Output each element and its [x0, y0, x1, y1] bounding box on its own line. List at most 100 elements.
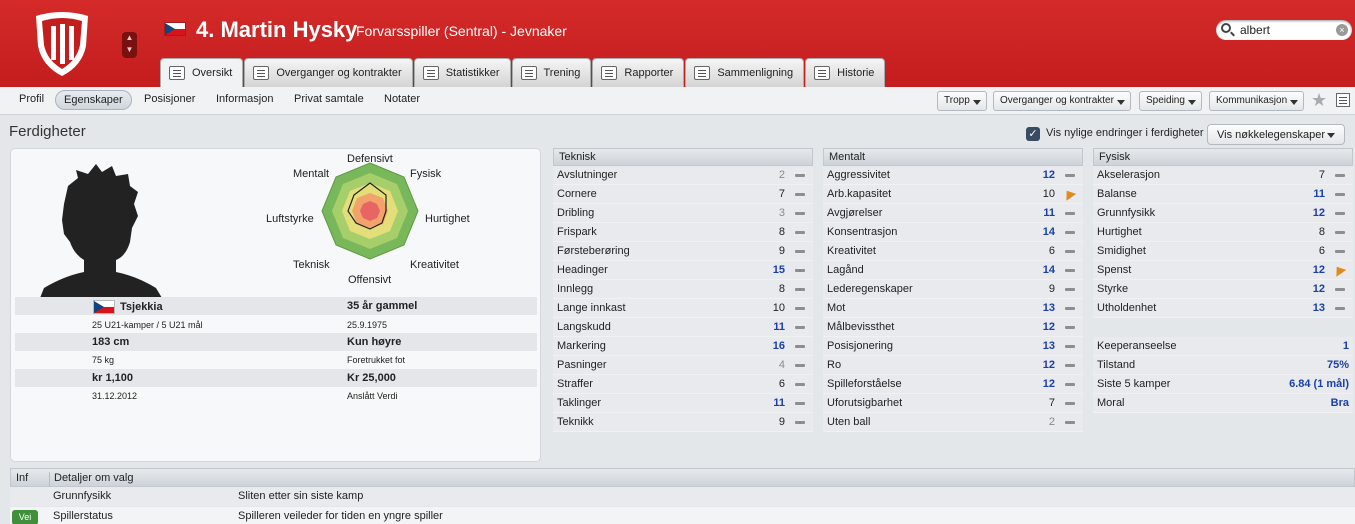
attribute-value: 12: [1042, 359, 1055, 371]
trend-flat-icon: [1065, 326, 1075, 329]
attribute-row[interactable]: Uten ball 2: [823, 413, 1083, 432]
tab-history[interactable]: Historie: [805, 58, 886, 87]
nationality[interactable]: Tsjekkia: [120, 301, 163, 313]
attribute-name: Uforutsigbarhet: [827, 397, 903, 409]
trend-up-icon: [1061, 187, 1077, 201]
attribute-row[interactable]: Lederegenskaper 9: [823, 280, 1083, 299]
attribute-row[interactable]: Smidighet 6: [1093, 242, 1353, 261]
czech-flag-icon: [93, 300, 115, 314]
scouting-dropdown[interactable]: Speiding: [1139, 91, 1202, 111]
add-to-list-icon[interactable]: [1336, 93, 1350, 107]
attribute-row[interactable]: Posisjonering 13: [823, 337, 1083, 356]
details-row-text: Spilleren veileder for tiden en yngre sp…: [238, 510, 443, 522]
clear-search-icon[interactable]: ×: [1336, 24, 1348, 36]
details-row[interactable]: Vei Spillerstatus Spilleren veileder for…: [10, 507, 1355, 524]
trend-flat-icon: [1065, 421, 1075, 424]
key-attributes-dropdown[interactable]: Vis nøkkelegenskaper: [1207, 124, 1345, 145]
attribute-row[interactable]: Straffer 6: [553, 375, 813, 394]
details-row-label: Grunnfysikk: [53, 490, 112, 502]
attribute-row[interactable]: Spilleforståelse 12: [823, 375, 1083, 394]
tab-reports[interactable]: Rapporter: [592, 58, 685, 87]
trend-flat-icon: [1065, 307, 1075, 310]
attribute-row[interactable]: Lagånd 14: [823, 261, 1083, 280]
radar-label-physical: Fysisk: [410, 168, 442, 180]
attribute-row[interactable]: Lange innkast 10: [553, 299, 813, 318]
tab-overview[interactable]: Oversikt: [160, 58, 244, 87]
attribute-name: Straffer: [557, 378, 593, 390]
transfers-dropdown[interactable]: Overganger og kontrakter: [993, 91, 1131, 111]
attribute-row[interactable]: Grunnfysikk 12: [1093, 204, 1353, 223]
subnav-attributes[interactable]: Egenskaper: [55, 90, 132, 110]
subnav-profile[interactable]: Profil: [19, 93, 44, 105]
subnav-private-chat[interactable]: Privat samtale: [294, 93, 364, 105]
attribute-row[interactable]: Siste 5 kamper 6.84 (1 mål): [1093, 375, 1353, 394]
subnav-information[interactable]: Informasjon: [216, 93, 273, 105]
trend-flat-icon: [795, 421, 805, 424]
attribute-row[interactable]: Avgjørelser 11: [823, 204, 1083, 223]
star-icon[interactable]: ★: [1311, 90, 1327, 111]
trend-flat-icon: [795, 269, 805, 272]
attribute-row[interactable]: Aggressivitet 12: [823, 166, 1083, 185]
trend-flat-icon: [795, 212, 805, 215]
attribute-row[interactable]: Headinger 15: [553, 261, 813, 280]
player-subtitle[interactable]: Forvarsspiller (Sentral) - Jevnaker: [356, 23, 567, 39]
attribute-row[interactable]: Konsentrasjon 14: [823, 223, 1083, 242]
player-nav-arrows[interactable]: ▲ ▼: [122, 32, 137, 58]
attribute-row[interactable]: Avslutninger 2: [553, 166, 813, 185]
attribute-value: 2: [778, 169, 785, 181]
subnav-notes[interactable]: Notater: [384, 93, 420, 105]
tab-comparison[interactable]: Sammenligning: [685, 58, 805, 87]
attribute-value: 7: [1048, 397, 1055, 409]
attribute-row[interactable]: Kreativitet 6: [823, 242, 1083, 261]
attribute-row[interactable]: Førsteberøring 9: [553, 242, 813, 261]
attribute-value: 7: [778, 188, 785, 200]
attribute-name: Tilstand: [1097, 359, 1136, 371]
header-bar: ▲ ▼ 4. Martin Hysky Forvarsspiller (Sentr…: [0, 0, 1355, 87]
attribute-row[interactable]: Uforutsigbarhet 7: [823, 394, 1083, 413]
details-row[interactable]: Grunnfysikk Sliten etter sin siste kamp: [10, 487, 1355, 506]
search-box[interactable]: albert ×: [1216, 20, 1352, 40]
attribute-row[interactable]: Moral Bra: [1093, 394, 1353, 413]
trend-flat-icon: [795, 288, 805, 291]
search-input[interactable]: albert: [1240, 23, 1270, 37]
attribute-row[interactable]: Frispark 8: [553, 223, 813, 242]
attribute-row[interactable]: Markering 16: [553, 337, 813, 356]
attribute-row[interactable]: Langskudd 11: [553, 318, 813, 337]
squad-dropdown[interactable]: Tropp: [937, 91, 987, 111]
compare-icon: [694, 66, 711, 80]
tab-statistics[interactable]: Statistikker: [413, 58, 511, 87]
attribute-row[interactable]: Teknikk 9: [553, 413, 813, 432]
attribute-row[interactable]: Styrke 12: [1093, 280, 1353, 299]
tab-transfers[interactable]: Overganger og kontrakter: [244, 58, 413, 87]
attribute-row[interactable]: Tilstand 75%: [1093, 356, 1353, 375]
attribute-row[interactable]: Hurtighet 8: [1093, 223, 1353, 242]
attribute-row[interactable]: Mot 13: [823, 299, 1083, 318]
attribute-row[interactable]: Målbevissthet 12: [823, 318, 1083, 337]
communication-dropdown[interactable]: Kommunikasjon: [1209, 91, 1305, 111]
recent-changes-checkbox[interactable]: ✓: [1026, 127, 1040, 141]
subnav-positions[interactable]: Posisjoner: [144, 93, 195, 105]
attribute-name: Styrke: [1097, 283, 1129, 295]
attribute-row[interactable]: Balanse 11: [1093, 185, 1353, 204]
tab-training[interactable]: Trening: [511, 58, 592, 87]
attribute-name: Ro: [827, 359, 842, 371]
attribute-row[interactable]: Akselerasjon 7: [1093, 166, 1353, 185]
attribute-value: 11: [773, 397, 785, 409]
czech-flag-icon: [164, 22, 186, 36]
attribute-row[interactable]: Dribling 3: [553, 204, 813, 223]
attribute-row[interactable]: Ro 12: [823, 356, 1083, 375]
attribute-name: Lange innkast: [557, 302, 626, 314]
attribute-row[interactable]: Keeperanseelse 1: [1093, 337, 1353, 356]
attribute-row[interactable]: Pasninger 4: [553, 356, 813, 375]
attribute-value: 12: [1312, 264, 1325, 276]
attribute-row[interactable]: Arb.kapasitet 10: [823, 185, 1083, 204]
attribute-row[interactable]: Innlegg 8: [553, 280, 813, 299]
attribute-value: 7: [1318, 169, 1325, 181]
attribute-row[interactable]: Taklinger 11: [553, 394, 813, 413]
status-badge: Vei: [12, 510, 38, 524]
attribute-row[interactable]: Utholdenhet 13: [1093, 299, 1353, 318]
attribute-row[interactable]: Spenst 12: [1093, 261, 1353, 280]
attribute-row[interactable]: Cornere 7: [553, 185, 813, 204]
attribute-name: Grunnfysikk: [1097, 207, 1156, 219]
trend-flat-icon: [795, 383, 805, 386]
